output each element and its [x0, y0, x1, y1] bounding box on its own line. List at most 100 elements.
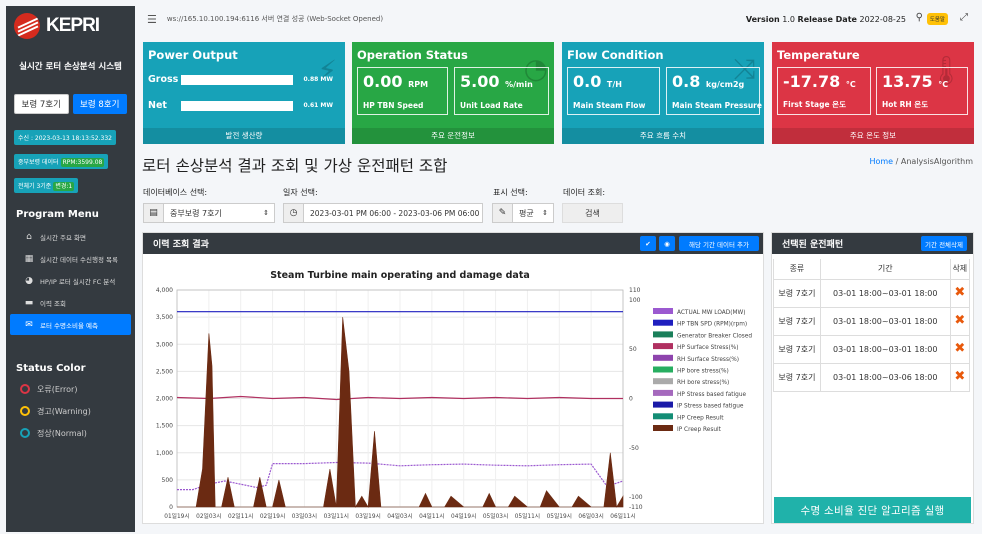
- menu-label: 실시간 데이터 수신행정 목록: [40, 255, 118, 264]
- col-type: 종류: [773, 259, 821, 280]
- legend-swatch: [653, 413, 673, 420]
- chart-title: Steam Turbine main operating and damage …: [270, 270, 530, 281]
- status-error: 오류(Error): [6, 378, 135, 400]
- menu-item-life-prediction[interactable]: ✉ 로터 수명소비율 예측: [10, 314, 131, 335]
- temperature-card: Temperature 🌡 -17.78 °C First Stage 온도 1…: [772, 42, 974, 144]
- operation-card-footer[interactable]: 주요 운전정보: [352, 128, 554, 144]
- x-tick-label: 06일11시: [610, 512, 635, 520]
- menu-label: 실시간 주요 화면: [40, 233, 86, 242]
- gross-label: Gross: [148, 74, 179, 85]
- right-tick-label: 0: [629, 396, 633, 403]
- left-tick-label: 3,500: [156, 314, 173, 321]
- pattern-panel-header: 선택된 운전패턴 기간 전체삭제: [772, 233, 973, 254]
- unit8-button[interactable]: 보령 8호기: [72, 94, 127, 114]
- x-tick-label: 05일03시: [483, 512, 508, 520]
- x-tick-label: 03일19시: [355, 512, 380, 520]
- kepri-logo-icon: [14, 13, 40, 39]
- power-output-card: Power Output ⚡ Gross 0.88 MW Net 0.61 MW…: [143, 42, 345, 144]
- rpm-info: 중부보령 데이터 RPM:3599.08: [14, 154, 109, 169]
- add-period-data-button[interactable]: 해당 기간 데이터 추가: [679, 236, 759, 251]
- search-icon[interactable]: ⚲: [916, 12, 923, 23]
- search-button[interactable]: 검색: [562, 203, 623, 223]
- delete-all-button[interactable]: 기간 전체삭제: [921, 236, 967, 251]
- status-title: Status Color: [16, 363, 86, 374]
- power-card-footer[interactable]: 발전 생산량: [143, 128, 345, 144]
- col-period: 기간: [819, 259, 951, 280]
- legend-label: HP TBN SPD (RPM)(rpm): [677, 322, 747, 328]
- database-icon: ▤: [144, 204, 164, 222]
- hot-rh-temp-value: 13.75 °C: [882, 72, 948, 91]
- display-select[interactable]: ✎ 평균 ⇕: [492, 203, 554, 223]
- unit7-button[interactable]: 보령 7호기: [14, 94, 69, 114]
- eye-slash-icon[interactable]: ◉: [659, 236, 675, 251]
- t1-number: -17.78: [783, 72, 841, 91]
- right-tick-label: -110: [629, 504, 643, 511]
- menu-title: Program Menu: [16, 209, 99, 220]
- temperature-card-footer[interactable]: 주요 온도 정보: [772, 128, 974, 144]
- date-range-value: 2023-03-01 PM 06:00 - 2023-03-06 PM 06:0…: [310, 208, 480, 218]
- steam-pressure-value: 0.8 kg/cm2g: [672, 72, 744, 91]
- db-select[interactable]: ▤ 중부보령 7호기 ⇕: [143, 203, 275, 223]
- status-warning: 경고(Warning): [6, 400, 135, 422]
- sync-value: 변경:1: [53, 182, 75, 191]
- first-stage-temp-value: -17.78 °C: [783, 72, 856, 91]
- pattern-table: 종류 기간 삭제 보령 7호기 03-01 18:00~03-01 18:00 ✖ …: [773, 259, 971, 392]
- error-circle-icon: [20, 384, 30, 394]
- pie-chart-icon: ◕: [25, 275, 33, 286]
- rpm-info-label: 중부보령 데이터: [18, 159, 59, 166]
- delete-x-icon[interactable]: ✖: [954, 342, 965, 355]
- gross-number: 0.88: [303, 76, 319, 83]
- run-algorithm-button[interactable]: 수명 소비율 진단 알고리즘 실행: [774, 497, 971, 523]
- menu-item-history[interactable]: ▬ 이력 조회: [10, 292, 131, 313]
- release-label: Release Date: [797, 14, 857, 24]
- rpm-value: RPM:3599.08: [60, 158, 105, 167]
- steam-flow-box: 0.0 T/H Main Steam Flow: [567, 67, 660, 115]
- legend-label: IP Creep Result: [677, 427, 722, 433]
- net-label: Net: [148, 100, 167, 111]
- date-select-label: 일자 선택:: [283, 188, 318, 197]
- x-tick-label: 04일03시: [387, 512, 412, 520]
- check-icon[interactable]: ✔: [640, 236, 656, 251]
- hot-rh-temp-box: 13.75 °C Hot RH 온도: [876, 67, 968, 115]
- clock-icon: ◷: [284, 204, 304, 222]
- date-range-input[interactable]: ◷ 2023-03-01 PM 06:00 - 2023-03-06 PM 06…: [283, 203, 483, 223]
- legend-label: ACTUAL MW LOAD(MW): [677, 310, 745, 316]
- delete-x-icon[interactable]: ✖: [954, 314, 965, 327]
- help-badge[interactable]: 도움말: [926, 13, 948, 25]
- menu-item-realtime-main[interactable]: ⌂ 실시간 주요 화면: [10, 226, 131, 247]
- release-value: 2022-08-25: [859, 14, 907, 24]
- x-tick-label: 03일11시: [324, 512, 349, 520]
- speed-value: 0.00 RPM: [363, 72, 428, 91]
- right-tick-label: 50: [629, 346, 637, 353]
- pressure-number: 0.8: [672, 72, 701, 91]
- display-select-value: 평균: [519, 208, 534, 218]
- x-tick-label: 05일19시: [547, 512, 572, 520]
- grid-icon: ▦: [24, 253, 34, 264]
- net-bar: [181, 101, 293, 111]
- operation-status-card: Operation Status ◔ 0.00 RPM HP TBN Speed…: [352, 42, 554, 144]
- legend-label: HP Creep Result: [677, 415, 724, 421]
- hamburger-menu-icon[interactable]: ☰: [147, 13, 157, 26]
- gross-value: 0.88 MW: [304, 76, 334, 83]
- menu-item-data-list[interactable]: ▦ 실시간 데이터 수신행정 목록: [10, 248, 131, 269]
- history-panel-header: 이력 조회 결과 ✔ ◉ 해당 기간 데이터 추가: [143, 233, 763, 254]
- status-warning-label: 경고(Warning): [37, 406, 91, 416]
- delete-x-icon[interactable]: ✖: [954, 370, 965, 383]
- breadcrumb-home[interactable]: Home: [869, 157, 893, 166]
- speed-box: 0.00 RPM HP TBN Speed: [357, 67, 448, 115]
- left-tick-label: 0: [169, 504, 173, 511]
- x-tick-label: 05일11시: [515, 512, 540, 520]
- table-row: 보령 7호기 03-01 18:00~03-01 18:00 ✖: [773, 334, 971, 364]
- menu-item-fc-analysis[interactable]: ◕ HP/IP 로터 실시간 FC 분석: [10, 270, 131, 291]
- x-tick-label: 04일19시: [451, 512, 476, 520]
- load-number: 5.00: [460, 72, 500, 91]
- hot-rh-temp-label: Hot RH 온도: [882, 100, 929, 109]
- row-type: 보령 7호기: [773, 362, 821, 392]
- history-panel-title: 이력 조회 결과: [153, 240, 209, 250]
- flow-card-footer[interactable]: 주요 흐름 수치: [562, 128, 764, 144]
- load-rate-box: 5.00 %/min Unit Load Rate: [454, 67, 549, 115]
- right-tick-label: 100: [629, 297, 641, 304]
- fullscreen-icon[interactable]: ⤢: [960, 12, 968, 23]
- delete-x-icon[interactable]: ✖: [954, 286, 965, 299]
- t1-unit: °C: [845, 80, 856, 89]
